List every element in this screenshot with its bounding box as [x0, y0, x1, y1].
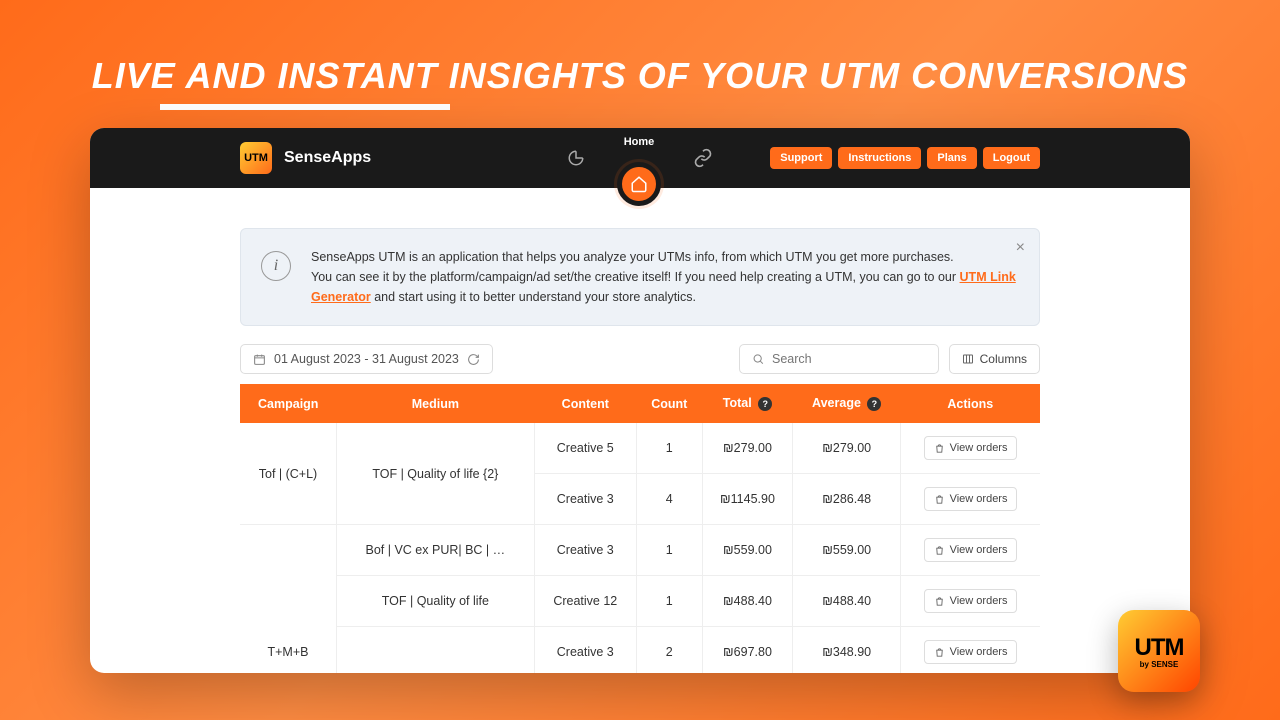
cell-average: ₪488.40: [793, 576, 901, 627]
corner-logo-title: UTM: [1135, 634, 1184, 662]
date-range-label: 01 August 2023 - 31 August 2023: [274, 352, 459, 366]
cell-average: ₪559.00: [793, 525, 901, 576]
th-total[interactable]: Total ?: [702, 384, 793, 423]
hero-underline: [160, 104, 450, 110]
corner-logo: UTM by SENSE: [1118, 610, 1200, 692]
view-orders-button[interactable]: View orders: [924, 640, 1018, 664]
cell-campaign: Tof | (C+L): [240, 423, 336, 525]
topbar: UTM SenseApps Home Support Instructions …: [90, 128, 1190, 188]
columns-icon: [962, 353, 974, 365]
date-range-picker[interactable]: 01 August 2023 - 31 August 2023: [240, 344, 493, 374]
cell-content: Creative 3: [534, 474, 636, 525]
cell-medium: TOF | Quality of life: [336, 576, 534, 627]
table-row: Tof | (C+L)TOF | Quality of life {2}Crea…: [240, 423, 1040, 474]
view-orders-button[interactable]: View orders: [924, 487, 1018, 511]
utm-table: Campaign Medium Content Count Total ? Av…: [240, 384, 1040, 673]
cell-count: 1: [636, 525, 702, 576]
cell-count: 4: [636, 474, 702, 525]
nav-right: Support Instructions Plans Logout: [770, 147, 1040, 169]
cell-campaign: T+M+B: [240, 525, 336, 674]
nav-home[interactable]: Home: [617, 144, 661, 172]
th-actions: Actions: [901, 384, 1040, 423]
support-button[interactable]: Support: [770, 147, 832, 169]
instructions-button[interactable]: Instructions: [838, 147, 921, 169]
cell-count: 2: [636, 627, 702, 674]
cell-total: ₪697.80: [702, 627, 793, 674]
cell-medium: TOF | Self care: [336, 627, 534, 674]
cell-count: 1: [636, 576, 702, 627]
cell-actions: View orders: [901, 627, 1040, 674]
toolbar: 01 August 2023 - 31 August 2023 Columns: [240, 344, 1040, 374]
content-area: i SenseApps UTM is an application that h…: [90, 188, 1190, 673]
nav-center: Home: [567, 144, 713, 172]
cell-total: ₪279.00: [702, 423, 793, 474]
table-row: T+M+BBof | VC ex PUR| BC | …Creative 31₪…: [240, 525, 1040, 576]
cell-medium: Bof | VC ex PUR| BC | …: [336, 525, 534, 576]
cell-actions: View orders: [901, 423, 1040, 474]
cell-actions: View orders: [901, 525, 1040, 576]
th-content[interactable]: Content: [534, 384, 636, 423]
table-row: TOF | Self careCreative 32₪697.80₪348.90…: [240, 627, 1040, 674]
help-icon[interactable]: ?: [758, 397, 772, 411]
hero-title: LIVE AND INSTANT INSIGHTS OF YOUR UTM CO…: [0, 0, 1280, 107]
logo-text: SenseApps: [284, 149, 371, 167]
cell-total: ₪488.40: [702, 576, 793, 627]
logo-badge: UTM: [240, 142, 272, 174]
cell-content: Creative 3: [534, 525, 636, 576]
cell-actions: View orders: [901, 474, 1040, 525]
logo-block: UTM SenseApps: [240, 142, 371, 174]
pie-chart-icon[interactable]: [567, 149, 585, 167]
plans-button[interactable]: Plans: [927, 147, 976, 169]
search-input[interactable]: [772, 352, 926, 366]
close-icon[interactable]: ×: [1016, 239, 1025, 257]
info-box: i SenseApps UTM is an application that h…: [240, 228, 1040, 326]
search-box[interactable]: [739, 344, 939, 374]
cell-total: ₪559.00: [702, 525, 793, 576]
view-orders-button[interactable]: View orders: [924, 589, 1018, 613]
th-average[interactable]: Average ?: [793, 384, 901, 423]
cell-content: Creative 12: [534, 576, 636, 627]
home-label: Home: [624, 136, 655, 148]
info-icon: i: [261, 251, 291, 281]
cell-average: ₪286.48: [793, 474, 901, 525]
corner-logo-sub: by SENSE: [1140, 660, 1179, 669]
cell-medium: TOF | Quality of life {2}: [336, 423, 534, 525]
logout-button[interactable]: Logout: [983, 147, 1040, 169]
refresh-icon[interactable]: [467, 353, 480, 366]
table-row: TOF | Quality of lifeCreative 121₪488.40…: [240, 576, 1040, 627]
help-icon[interactable]: ?: [867, 397, 881, 411]
search-icon: [752, 352, 764, 366]
cell-average: ₪348.90: [793, 627, 901, 674]
home-icon[interactable]: [617, 162, 661, 206]
app-window: UTM SenseApps Home Support Instructions …: [90, 128, 1190, 673]
cell-content: Creative 3: [534, 627, 636, 674]
info-text: SenseApps UTM is an application that hel…: [311, 247, 1019, 307]
cell-count: 1: [636, 423, 702, 474]
link-icon[interactable]: [693, 148, 713, 168]
th-count[interactable]: Count: [636, 384, 702, 423]
columns-button[interactable]: Columns: [949, 344, 1040, 374]
cell-actions: View orders: [901, 576, 1040, 627]
calendar-icon: [253, 353, 266, 366]
view-orders-button[interactable]: View orders: [924, 538, 1018, 562]
th-campaign[interactable]: Campaign: [240, 384, 336, 423]
view-orders-button[interactable]: View orders: [924, 436, 1018, 460]
cell-content: Creative 5: [534, 423, 636, 474]
cell-total: ₪1145.90: [702, 474, 793, 525]
cell-average: ₪279.00: [793, 423, 901, 474]
th-medium[interactable]: Medium: [336, 384, 534, 423]
